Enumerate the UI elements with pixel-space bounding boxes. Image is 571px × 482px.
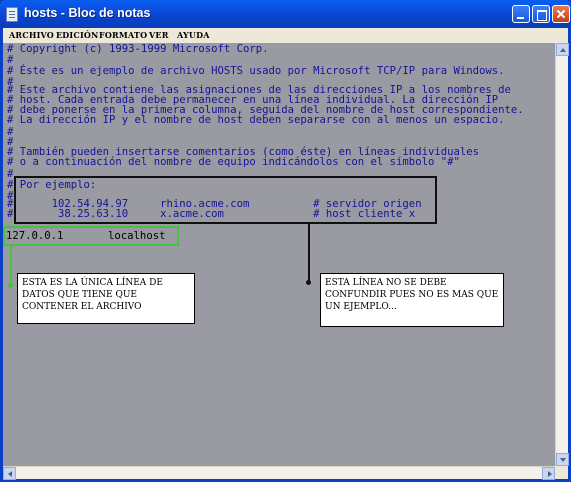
scroll-left-icon[interactable]: [3, 467, 16, 480]
menu-bar: ARCHIVO EDICIÓN FORMATO VER AYUDA: [3, 28, 568, 43]
size-grip[interactable]: [555, 466, 568, 479]
close-button[interactable]: [552, 5, 570, 23]
text-editor[interactable]: # Copyright (c) 1993-1999 Microsoft Corp…: [3, 43, 555, 466]
scroll-right-icon[interactable]: [542, 467, 555, 480]
text-line: # Copyright (c) 1993-1999 Microsoft Corp…: [7, 43, 269, 55]
window-title: hosts - Bloc de notas: [24, 6, 151, 20]
green-connector-dot: [8, 283, 13, 288]
example-highlight-box: [14, 176, 437, 224]
text-line: # Éste es un ejemplo de archivo HOSTS us…: [7, 65, 505, 77]
menu-archivo[interactable]: ARCHIVO: [9, 30, 54, 40]
menu-edicion[interactable]: EDICIÓN: [56, 30, 99, 40]
menu-formato[interactable]: FORMATO: [99, 30, 147, 40]
black-connector-dot: [306, 280, 311, 285]
green-callout-note: Esta es la única línea de datos que tien…: [17, 273, 195, 324]
menu-ayuda[interactable]: AYUDA: [177, 30, 210, 40]
menu-ver[interactable]: VER: [149, 30, 169, 40]
localhost-highlight-box: [3, 226, 179, 246]
black-callout-note: Esta línea no se debe confundir pues no …: [320, 273, 504, 327]
minimize-button[interactable]: [512, 5, 530, 23]
notepad-icon[interactable]: [6, 7, 18, 22]
scroll-down-icon[interactable]: [556, 453, 569, 466]
horizontal-scrollbar[interactable]: [3, 466, 555, 480]
vertical-scrollbar[interactable]: [555, 43, 569, 466]
maximize-button[interactable]: [532, 5, 550, 23]
scroll-up-icon[interactable]: [556, 43, 569, 56]
text-line: # La dirección IP y el nombre de host de…: [7, 114, 505, 126]
green-connector-line: [10, 246, 12, 286]
black-connector-line: [308, 224, 310, 282]
title-bar[interactable]: hosts - Bloc de notas: [0, 0, 571, 28]
text-line: # o a continuación del nombre de equipo …: [7, 156, 460, 168]
